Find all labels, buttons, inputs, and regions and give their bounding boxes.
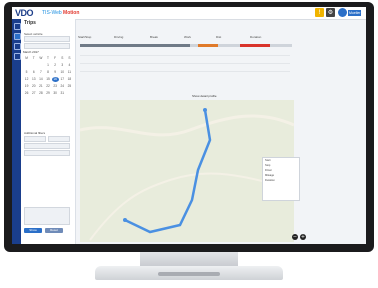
calendar: March 2017 M T W T F S S 1 2 3 4 5 6 7 8 9 10 11 12 13 14 15 1…: [23, 50, 73, 102]
stat-label: Start/Stop: [78, 35, 92, 39]
filter-field-3[interactable]: [24, 143, 70, 149]
menu-icon[interactable]: [14, 23, 21, 30]
calendar-day[interactable]: 20: [30, 84, 37, 89]
calendar-day[interactable]: 30: [52, 91, 59, 96]
trips-icon[interactable]: [14, 33, 21, 40]
date-range-field[interactable]: [24, 43, 70, 49]
calendar-grid: M T W T F S S 1 2 3 4 5 6 7 8 9 10 11 12 13 14 15 16 17 18 19 20 21…: [23, 56, 73, 96]
event-row[interactable]: [80, 51, 290, 56]
vdo-logo: VDO: [15, 8, 34, 18]
vehicle-icon[interactable]: [14, 43, 21, 50]
timeline-segment: [80, 44, 190, 47]
calendar-day[interactable]: 21: [37, 84, 44, 89]
calendar-day[interactable]: 19: [23, 84, 30, 89]
stat-label: Driving: [114, 35, 124, 39]
avatar[interactable]: [338, 8, 347, 17]
stat-label: Dist: [216, 35, 222, 39]
calendar-day[interactable]: 31: [59, 91, 66, 96]
product-brand: TIS-Web Motion: [42, 10, 80, 16]
calendar-day[interactable]: 8: [44, 70, 51, 75]
calendar-day: [66, 91, 73, 96]
calendar-day[interactable]: 22: [44, 84, 51, 89]
calendar-day[interactable]: 1: [44, 63, 51, 68]
calendar-day[interactable]: 2: [52, 63, 59, 68]
stats-bar: Start/Stop Driving Break Work Dist Durat…: [78, 35, 288, 41]
app-screen: VDO TIS-Web Motion ! ⚙ Mueller Trips Sel…: [12, 7, 366, 244]
calendar-day[interactable]: 28: [37, 91, 44, 96]
event-row[interactable]: [80, 67, 290, 72]
stand-slot: [158, 272, 220, 276]
stat-label: Break: [150, 35, 158, 39]
monitor-frame: VDO TIS-Web Motion ! ⚙ Mueller Trips Sel…: [4, 2, 374, 252]
user-name[interactable]: Mueller: [348, 10, 362, 16]
calendar-day[interactable]: 6: [30, 70, 37, 75]
notifications-icon[interactable]: !: [315, 8, 324, 17]
vehicle-select[interactable]: [24, 36, 70, 42]
calendar-day: [23, 63, 30, 68]
calendar-weekday: M: [25, 56, 28, 60]
settings-icon[interactable]: ⚙: [326, 8, 335, 17]
zoom-in-button[interactable]: +: [300, 234, 306, 240]
filter-field-1[interactable]: [24, 136, 46, 142]
calendar-day[interactable]: 7: [37, 70, 44, 75]
activity-timeline: [80, 44, 292, 47]
calendar-day[interactable]: 13: [30, 77, 37, 82]
trip-info-popup: Start Stop Driver Mileage Duration: [262, 157, 300, 201]
calendar-day[interactable]: 17: [59, 77, 66, 82]
calendar-day[interactable]: 29: [44, 91, 51, 96]
filter-field-4[interactable]: [24, 150, 70, 156]
calendar-day[interactable]: 23: [52, 84, 59, 89]
calendar-weekday: T: [47, 56, 49, 60]
detail-profile-link[interactable]: Show detail profile: [192, 94, 217, 98]
report-icon[interactable]: [14, 53, 21, 60]
stat-label: Duration: [250, 35, 262, 39]
reset-button[interactable]: Reset: [45, 228, 63, 233]
timeline-segment: [240, 44, 270, 47]
page-title: Trips: [24, 20, 36, 26]
calendar-day[interactable]: 3: [59, 63, 66, 68]
calendar-weekday: S: [61, 56, 64, 60]
calendar-day: [37, 63, 44, 68]
calendar-day[interactable]: 14: [37, 77, 44, 82]
popup-line: Duration: [265, 179, 275, 182]
calendar-day[interactable]: 4: [66, 63, 73, 68]
timeline-segment: [198, 44, 218, 47]
calendar-day: [30, 63, 37, 68]
filter-field-2[interactable]: [48, 136, 70, 142]
calendar-day[interactable]: 27: [30, 91, 37, 96]
show-button[interactable]: Show: [24, 228, 42, 233]
calendar-day[interactable]: 9: [52, 70, 59, 75]
calendar-day[interactable]: 26: [23, 91, 30, 96]
calendar-day[interactable]: 24: [59, 84, 66, 89]
calendar-day[interactable]: 12: [23, 77, 30, 82]
options-box[interactable]: [24, 207, 70, 225]
stat-label: Work: [184, 35, 191, 39]
calendar-day[interactable]: 25: [66, 84, 73, 89]
monitor-stand-neck: [140, 252, 238, 266]
calendar-day[interactable]: 18: [66, 77, 73, 82]
calendar-weekday: W: [39, 56, 43, 60]
calendar-day[interactable]: 16: [51, 77, 59, 82]
calendar-day[interactable]: 11: [66, 70, 73, 75]
calendar-weekday: T: [32, 56, 35, 60]
calendar-day[interactable]: 10: [59, 70, 66, 75]
calendar-weekday: S: [68, 56, 71, 60]
calendar-day[interactable]: 5: [23, 70, 30, 75]
event-row[interactable]: [80, 59, 290, 64]
calendar-weekday: F: [54, 56, 57, 60]
filters-label: Additional filters: [24, 131, 46, 135]
nav-rail: [12, 19, 21, 244]
zoom-out-button[interactable]: −: [292, 234, 298, 240]
calendar-day[interactable]: 15: [44, 77, 51, 82]
